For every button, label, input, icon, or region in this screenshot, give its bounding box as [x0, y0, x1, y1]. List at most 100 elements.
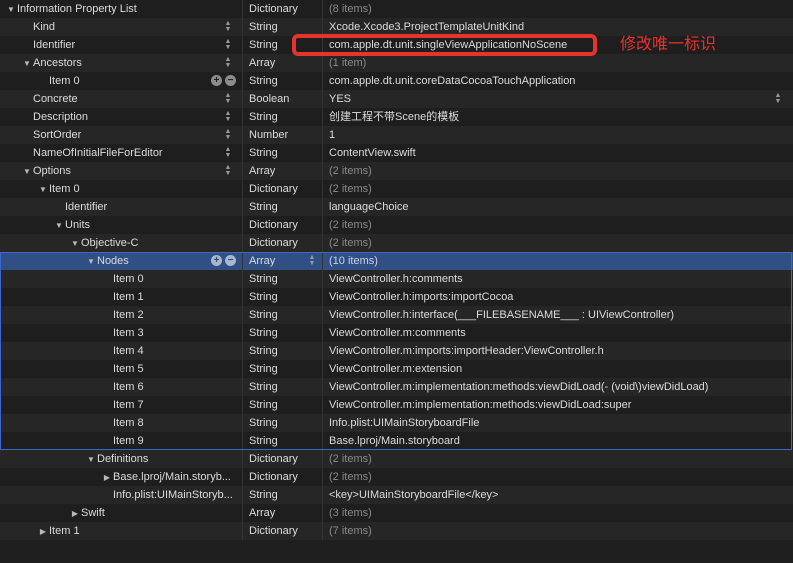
- row-value[interactable]: (2 items): [329, 450, 372, 468]
- row-value[interactable]: ViewController.m:extension: [329, 360, 462, 378]
- plist-row[interactable]: ▼Description ▲▼ String 创建工程不带Scene的模板: [0, 108, 793, 126]
- key-stepper-icon[interactable]: ▲ ▼: [222, 20, 234, 33]
- disclosure-expanded-icon[interactable]: ▼: [38, 181, 48, 199]
- row-value[interactable]: (7 items): [329, 522, 372, 540]
- row-value[interactable]: <key>UIMainStoryboardFile</key>: [329, 486, 498, 504]
- row-type[interactable]: String: [249, 36, 278, 54]
- row-type[interactable]: String: [249, 432, 278, 450]
- plist-row[interactable]: ▼ Ancestors ▲ ▼ Array (1 item): [0, 54, 793, 72]
- disclosure-expanded-icon[interactable]: ▼: [70, 235, 80, 253]
- row-value[interactable]: ViewController.m:implementation:methods:…: [329, 396, 631, 414]
- row-value[interactable]: Base.lproj/Main.storyboard: [329, 432, 460, 450]
- key-stepper-icon[interactable]: ▲ ▼: [222, 38, 234, 51]
- plist-row[interactable]: ▼Item 2 String ViewController.h:interface(…: [0, 306, 793, 324]
- plist-row[interactable]: ▼Identifier String languageChoice: [0, 198, 793, 216]
- plist-row[interactable]: ▼Item 1 String ViewController.h:imports:im…: [0, 288, 793, 306]
- row-value[interactable]: languageChoice: [329, 198, 409, 216]
- remove-item-icon[interactable]: −: [225, 255, 236, 266]
- row-value[interactable]: 创建工程不带Scene的模板: [329, 108, 459, 126]
- plist-row[interactable]: ▼Item 0 String ViewController.h:comments: [0, 270, 793, 288]
- plist-row[interactable]: ▼NameOfInitialFileForEditor ▲▼ String Conte…: [0, 144, 793, 162]
- plist-row[interactable]: ▶ Swift Array (3 items): [0, 504, 793, 522]
- add-item-icon[interactable]: +: [211, 255, 222, 266]
- row-value[interactable]: (3 items): [329, 504, 372, 522]
- plist-row[interactable]: ▼ Options ▲ ▼ Array (2 items): [0, 162, 793, 180]
- row-value[interactable]: YES: [329, 90, 351, 108]
- plist-row[interactable]: ▼Concrete ▲▼ Boolean YES ▲▼: [0, 90, 793, 108]
- add-item-icon[interactable]: +: [211, 75, 222, 86]
- value-stepper-icon[interactable]: ▲ ▼: [772, 92, 784, 105]
- row-type[interactable]: Dictionary: [249, 522, 298, 540]
- key-stepper-icon[interactable]: ▲ ▼: [222, 146, 234, 159]
- plist-row[interactable]: ▼ Item 0 Dictionary (2 items): [0, 180, 793, 198]
- disclosure-expanded-icon[interactable]: ▼: [86, 451, 96, 469]
- row-value[interactable]: ContentView.swift: [329, 144, 416, 162]
- disclosure-expanded-icon[interactable]: ▼: [22, 55, 32, 73]
- row-type[interactable]: Dictionary: [249, 468, 298, 486]
- plist-row[interactable]: ▼Item 9 String Base.lproj/Main.storyboard: [0, 432, 793, 450]
- row-type[interactable]: String: [249, 270, 278, 288]
- key-stepper-icon[interactable]: ▲ ▼: [222, 92, 234, 105]
- row-value[interactable]: Info.plist:UIMainStoryboardFile: [329, 414, 479, 432]
- row-value[interactable]: com.apple.dt.unit.coreDataCocoaTouchAppl…: [329, 72, 575, 90]
- row-value[interactable]: (2 items): [329, 180, 372, 198]
- type-stepper-icon[interactable]: ▲ ▼: [306, 254, 318, 267]
- row-type[interactable]: Dictionary: [249, 216, 298, 234]
- row-type[interactable]: Array: [249, 504, 275, 522]
- row-value[interactable]: ViewController.h:imports:importCocoa: [329, 288, 513, 306]
- key-stepper-icon[interactable]: ▲ ▼: [222, 110, 234, 123]
- row-type[interactable]: Array: [249, 54, 275, 72]
- row-type[interactable]: String: [249, 360, 278, 378]
- plist-row[interactable]: ▼ Information Property List Dictionary (8 i…: [0, 0, 793, 18]
- row-type[interactable]: Array: [249, 162, 275, 180]
- row-type[interactable]: String: [249, 486, 278, 504]
- row-value[interactable]: ViewController.h:comments: [329, 270, 463, 288]
- row-type[interactable]: Boolean: [249, 90, 289, 108]
- row-value[interactable]: (2 items): [329, 468, 372, 486]
- disclosure-expanded-icon[interactable]: ▼: [86, 253, 96, 271]
- key-stepper-icon[interactable]: ▲ ▼: [222, 164, 234, 177]
- row-type[interactable]: String: [249, 198, 278, 216]
- row-value[interactable]: (10 items): [329, 252, 378, 270]
- row-value[interactable]: ViewController.m:imports:importHeader:Vi…: [329, 342, 604, 360]
- plist-row[interactable]: ▼Item 4 String ViewController.m:imports:im…: [0, 342, 793, 360]
- row-value[interactable]: (2 items): [329, 162, 372, 180]
- plist-row[interactable]: ▶ Item 1 Dictionary (7 items): [0, 522, 793, 540]
- row-value[interactable]: (2 items): [329, 234, 372, 252]
- row-type[interactable]: String: [249, 72, 278, 90]
- plist-row[interactable]: ▶ Base.lproj/Main.storyb... Dictionary (2 i…: [0, 468, 793, 486]
- plist-row[interactable]: ▼SortOrder ▲▼ Number 1: [0, 126, 793, 144]
- disclosure-expanded-icon[interactable]: ▼: [54, 217, 64, 235]
- plist-row[interactable]: ▼Item 3 String ViewController.m:comments: [0, 324, 793, 342]
- disclosure-expanded-icon[interactable]: ▼: [6, 1, 16, 19]
- row-type[interactable]: String: [249, 288, 278, 306]
- row-type[interactable]: String: [249, 306, 278, 324]
- row-type[interactable]: Dictionary: [249, 0, 298, 18]
- disclosure-collapsed-icon[interactable]: ▶: [70, 505, 80, 523]
- row-type[interactable]: Dictionary: [249, 450, 298, 468]
- plist-row[interactable]: ▼Item 6 String ViewController.m:implementa…: [0, 378, 793, 396]
- row-type[interactable]: String: [249, 414, 278, 432]
- row-type[interactable]: String: [249, 108, 278, 126]
- row-type[interactable]: Number: [249, 126, 288, 144]
- row-value[interactable]: (1 item): [329, 54, 366, 72]
- disclosure-collapsed-icon[interactable]: ▶: [102, 469, 112, 487]
- plist-row[interactable]: ▼ Units Dictionary (2 items): [0, 216, 793, 234]
- row-value[interactable]: ViewController.h:interface(___FILEBASENA…: [329, 306, 674, 324]
- row-type[interactable]: Array: [249, 252, 275, 270]
- row-value[interactable]: (2 items): [329, 216, 372, 234]
- row-type[interactable]: String: [249, 18, 278, 36]
- plist-row[interactable]: ▼Item 0 +− String com.apple.dt.unit.coreDat…: [0, 72, 793, 90]
- disclosure-collapsed-icon[interactable]: ▶: [38, 523, 48, 541]
- plist-row[interactable]: ▼Item 7 String ViewController.m:implementa…: [0, 396, 793, 414]
- row-value[interactable]: ViewController.m:implementation:methods:…: [329, 378, 708, 396]
- disclosure-expanded-icon[interactable]: ▼: [22, 163, 32, 181]
- key-stepper-icon[interactable]: ▲ ▼: [222, 128, 234, 141]
- row-type[interactable]: String: [249, 324, 278, 342]
- plist-row[interactable]: ▼Item 8 String Info.plist:UIMainStoryboard…: [0, 414, 793, 432]
- row-type[interactable]: String: [249, 342, 278, 360]
- plist-row[interactable]: ▼ Nodes + − Array ▲ ▼ (10 items): [0, 252, 793, 270]
- row-value[interactable]: 1: [329, 126, 335, 144]
- plist-row[interactable]: ▼ Objective-C Dictionary (2 items): [0, 234, 793, 252]
- row-type[interactable]: Dictionary: [249, 180, 298, 198]
